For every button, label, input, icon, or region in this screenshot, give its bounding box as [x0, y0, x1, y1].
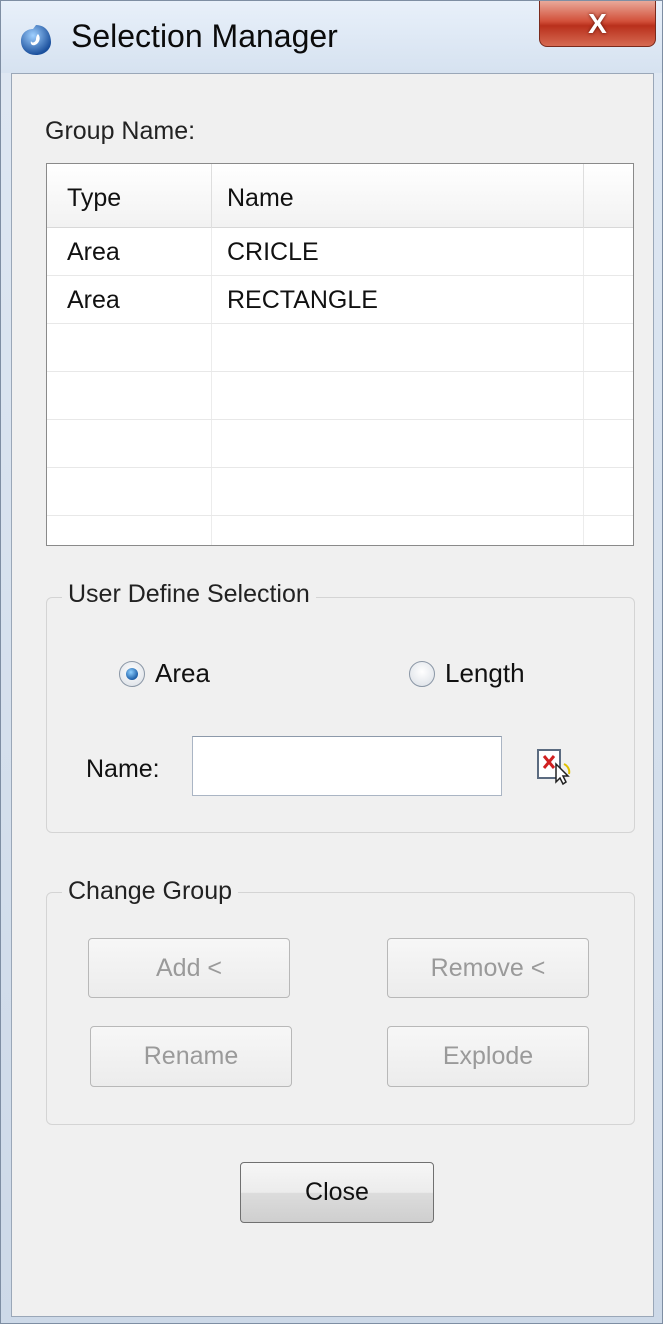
title-bar[interactable]: Selection Manager X — [1, 1, 662, 73]
radio-length-indicator[interactable] — [409, 660, 435, 687]
cell-name: RECTANGLE — [227, 286, 378, 314]
selection-manager-window: Selection Manager X Group Name: Type Nam… — [0, 0, 663, 1324]
group-name-label: Group Name: — [45, 117, 196, 145]
cell-type: Area — [67, 238, 120, 266]
table-row-empty — [47, 324, 633, 372]
close-window-button[interactable]: X — [539, 1, 656, 47]
group-table[interactable]: Type Name Area CRICLE Area RECTANGLE — [46, 163, 634, 546]
column-divider — [583, 164, 584, 228]
change-group-title: Change Group — [62, 877, 239, 906]
table-row-empty — [47, 372, 633, 420]
radio-area[interactable]: Area — [119, 658, 210, 689]
name-input[interactable] — [192, 736, 502, 796]
name-label: Name: — [86, 755, 160, 783]
remove-button[interactable]: Remove < — [387, 938, 589, 998]
column-divider — [211, 164, 212, 228]
user-define-selection-group — [46, 597, 635, 833]
column-header-type[interactable]: Type — [67, 184, 121, 213]
explode-button[interactable]: Explode — [387, 1026, 589, 1087]
radio-length-label: Length — [445, 658, 525, 688]
table-row[interactable]: Area RECTANGLE — [47, 276, 633, 324]
change-group-group — [46, 892, 635, 1125]
rename-button[interactable]: Rename — [90, 1026, 292, 1087]
close-icon: X — [588, 7, 607, 39]
cell-name: CRICLE — [227, 238, 319, 266]
add-button[interactable]: Add < — [88, 938, 290, 998]
app-icon — [21, 25, 51, 55]
window-title: Selection Manager — [71, 18, 338, 54]
cell-type: Area — [67, 286, 120, 314]
radio-area-label: Area — [155, 658, 210, 688]
close-button[interactable]: Close — [240, 1162, 434, 1223]
radio-length[interactable]: Length — [409, 658, 525, 689]
table-row-empty — [47, 468, 633, 516]
column-header-name[interactable]: Name — [227, 184, 294, 213]
table-row-empty — [47, 420, 633, 468]
table-header: Type Name — [47, 164, 633, 228]
pick-selection-icon[interactable] — [534, 746, 574, 786]
table-row[interactable]: Area CRICLE — [47, 228, 633, 276]
dialog-body: Group Name: Type Name Area CRICLE Area R… — [11, 73, 654, 1317]
radio-area-indicator[interactable] — [119, 660, 145, 687]
user-define-selection-title: User Define Selection — [62, 580, 316, 609]
